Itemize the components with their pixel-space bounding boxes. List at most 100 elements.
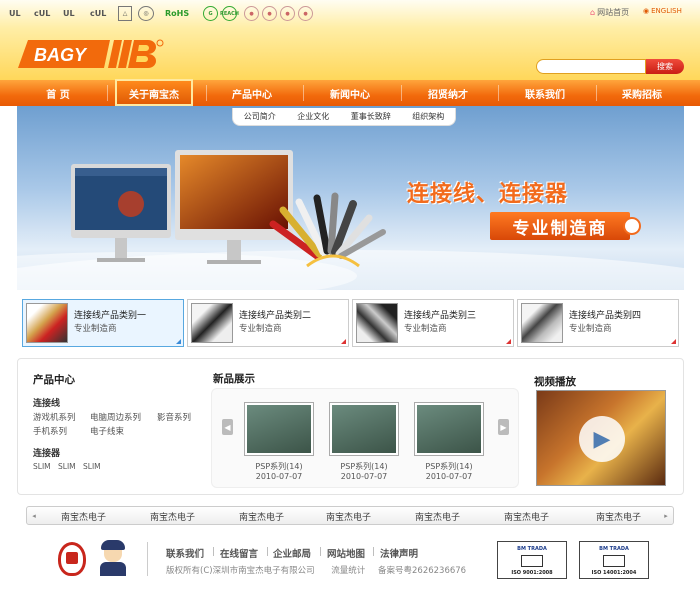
target-icon xyxy=(623,217,641,235)
nav-divider xyxy=(206,85,207,101)
category-card-3[interactable]: 连接线产品类别三 专业制造商 xyxy=(352,299,514,347)
footer-link-sitemap[interactable]: 网站地图 xyxy=(327,546,365,560)
product-thumbnail[interactable] xyxy=(244,402,314,456)
nav-products[interactable]: 产品中心 xyxy=(210,80,294,106)
category-card-1[interactable]: 连接线产品类别一 专业制造商 xyxy=(22,299,184,347)
category-title: 连接线产品类别二 xyxy=(239,311,312,321)
category-subtitle: 专业制造商 xyxy=(569,324,612,334)
footer-link-message[interactable]: 在线留言 xyxy=(220,546,258,560)
reach-cert-icon: REACH xyxy=(220,6,239,21)
video-player[interactable]: ▶ xyxy=(536,390,666,486)
iso14001-cert[interactable]: BM TRADA ISO 14001:2004 xyxy=(579,541,649,579)
nav-jobs[interactable]: 招贤纳才 xyxy=(406,80,490,106)
connector-group-heading[interactable]: 连接器 xyxy=(33,446,60,459)
ccc-cert-icon: ◎ xyxy=(138,6,154,21)
corner-arrow-icon xyxy=(671,339,676,344)
hero-banner[interactable] xyxy=(17,106,684,290)
link-slim[interactable]: SLIM xyxy=(58,462,76,471)
stamp-icon: ● xyxy=(280,6,295,21)
stamp-icon: ● xyxy=(298,6,313,21)
category-title: 连接线产品类别三 xyxy=(404,311,477,321)
partner-link[interactable]: 南宝杰电子 xyxy=(150,510,195,523)
partner-link[interactable]: 南宝杰电子 xyxy=(415,510,460,523)
footer-separator: | xyxy=(266,547,270,557)
english-link[interactable]: ◉ ENGLISH xyxy=(643,7,682,15)
carousel-prev-button[interactable]: ◀ xyxy=(222,419,233,435)
svg-text:BAGY: BAGY xyxy=(34,45,88,65)
nav-divider xyxy=(401,85,402,101)
nav-home[interactable]: 首 页 xyxy=(17,80,99,106)
partner-link[interactable]: 南宝杰电子 xyxy=(596,510,641,523)
nav-divider xyxy=(107,85,108,101)
cable-group-heading[interactable]: 连接线 xyxy=(33,396,60,409)
link-av-series[interactable]: 影音系列 xyxy=(157,411,191,423)
category-title: 连接线产品类别四 xyxy=(569,311,642,321)
iso9001-cert[interactable]: BM TRADA ISO 9001:2008 xyxy=(497,541,567,579)
category-subtitle: 专业制造商 xyxy=(404,324,447,334)
category-card-2[interactable]: 连接线产品类别二 专业制造商 xyxy=(187,299,349,347)
homepage-link[interactable]: ⌂ 网站首页 xyxy=(590,7,629,18)
link-slim[interactable]: SLIM xyxy=(83,462,101,471)
partner-link[interactable]: 南宝杰电子 xyxy=(326,510,371,523)
partner-link[interactable]: 南宝杰电子 xyxy=(61,510,106,523)
banner-illustration xyxy=(17,150,684,290)
link-pc-series[interactable]: 电脑周边系列 xyxy=(90,411,141,423)
new-products-heading: 新品展示 xyxy=(213,373,255,385)
nav-about[interactable]: 关于南宝杰 xyxy=(115,80,193,106)
search-input[interactable] xyxy=(536,59,646,74)
product-photo xyxy=(417,405,481,453)
product-thumbnail[interactable] xyxy=(329,402,399,456)
subnav-culture[interactable]: 企业文化 xyxy=(297,111,329,122)
footer-link-legal[interactable]: 法律声明 xyxy=(380,546,418,560)
link-phone-series[interactable]: 手机系列 xyxy=(33,425,67,437)
product-thumbnail[interactable] xyxy=(414,402,484,456)
nav-divider xyxy=(498,85,499,101)
footer-link-mail[interactable]: 企业邮局 xyxy=(273,546,311,560)
subnav-structure[interactable]: 组织架构 xyxy=(412,111,444,122)
link-harness[interactable]: 电子线束 xyxy=(90,425,124,437)
nav-divider xyxy=(596,85,597,101)
subnav-chairman[interactable]: 董事长致辞 xyxy=(351,111,391,122)
rohs-cert-icon: RoHS xyxy=(165,9,190,18)
police-badge-icon[interactable] xyxy=(58,542,86,576)
product-photo xyxy=(247,405,311,453)
corner-arrow-icon xyxy=(341,339,346,344)
carousel-next-button[interactable]: ▶ xyxy=(498,419,509,435)
police-mascot-icon[interactable] xyxy=(98,540,128,578)
ul-cert-icon: UL xyxy=(63,9,75,18)
link-slim[interactable]: SLIM xyxy=(33,462,51,471)
bagy-logo[interactable]: BAGY xyxy=(18,38,166,70)
footer-separator: | xyxy=(319,547,323,557)
home-icon: ⌂ xyxy=(590,8,596,17)
nav-procurement[interactable]: 采购招标 xyxy=(600,80,684,106)
play-icon[interactable]: ▶ xyxy=(579,416,625,462)
stats-link[interactable]: 流量统计 xyxy=(331,566,365,576)
partner-link[interactable]: 南宝杰电子 xyxy=(504,510,549,523)
link-game-series[interactable]: 游戏机系列 xyxy=(33,411,76,423)
stamp-icon: ● xyxy=(244,6,259,21)
scroll-left-icon[interactable]: ◂ xyxy=(28,507,40,524)
ukas-icon xyxy=(521,555,543,567)
search-button[interactable]: 搜索 xyxy=(646,59,684,74)
scroll-right-icon[interactable]: ▸ xyxy=(660,507,672,524)
partner-link[interactable]: 南宝杰电子 xyxy=(239,510,284,523)
copyright-text: 版权所有(C)深圳市南宝杰电子有限公司 流量统计 备案号粤2626236676 xyxy=(166,566,467,576)
footer-link-contact[interactable]: 联系我们 xyxy=(166,546,204,560)
nav-news[interactable]: 新闻中心 xyxy=(308,80,392,106)
video-heading: 视频播放 xyxy=(534,376,576,388)
product-caption[interactable]: PSP系列(14) 2010-07-07 xyxy=(409,462,489,482)
product-caption[interactable]: PSP系列(14) 2010-07-07 xyxy=(239,462,319,482)
product-caption[interactable]: PSP系列(14) 2010-07-07 xyxy=(324,462,404,482)
banner-title: 连接线、连接器 xyxy=(407,182,569,207)
category-thumbnail xyxy=(191,303,233,343)
corner-arrow-icon xyxy=(176,339,181,344)
category-title: 连接线产品类别一 xyxy=(74,311,147,321)
nav-divider xyxy=(303,85,304,101)
category-card-4[interactable]: 连接线产品类别四 专业制造商 xyxy=(517,299,679,347)
footer-separator: | xyxy=(372,547,376,557)
language-icon: ◉ xyxy=(643,7,650,15)
banner-badge: 专业制造商 xyxy=(490,212,630,240)
nav-contact[interactable]: 联系我们 xyxy=(503,80,587,106)
product-center-heading: 产品中心 xyxy=(33,374,75,386)
subnav-company-profile[interactable]: 公司简介 xyxy=(244,111,276,122)
